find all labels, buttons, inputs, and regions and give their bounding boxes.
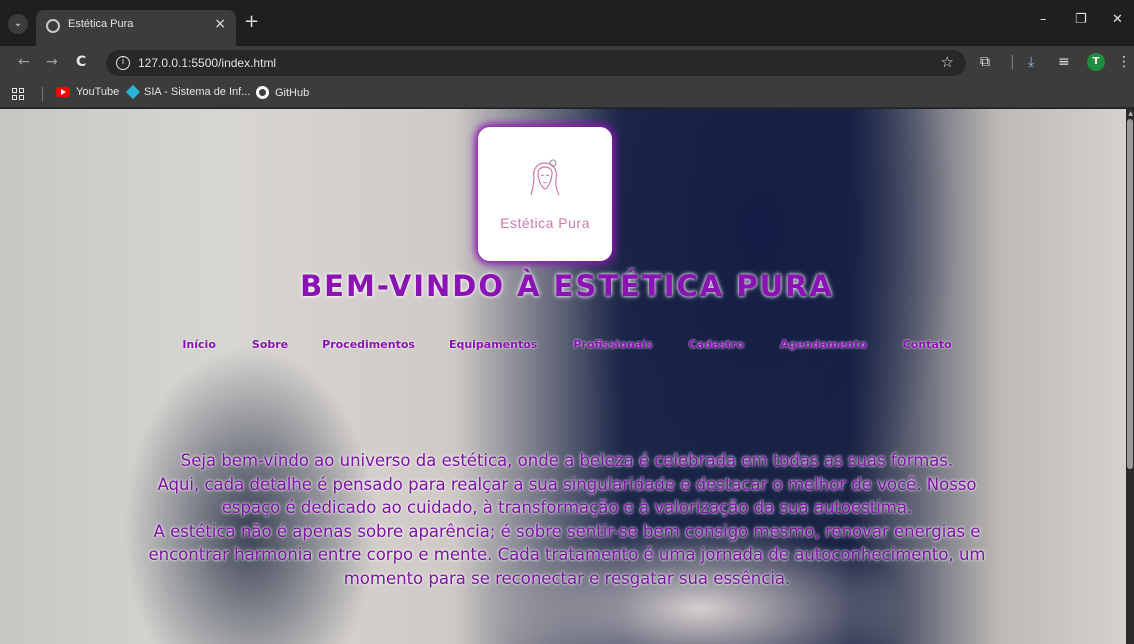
intro-line: encontrar harmonia entre corpo e mente. … <box>148 545 986 564</box>
forward-button[interactable]: → <box>46 54 58 70</box>
reload-button[interactable]: C <box>76 54 86 70</box>
page-viewport: Estética Pura BEM-VINDO À ESTÉTICA PURA … <box>0 109 1134 644</box>
nav-link-procedimentos[interactable]: Procedimentos <box>322 338 415 351</box>
nav-link-profissionais[interactable]: Profissionais <box>573 338 652 351</box>
bookmarks-bar: YouTube SIA - Sistema de Inf... GitHub <box>0 80 1134 108</box>
apps-grid-icon[interactable] <box>12 88 24 100</box>
nav-link-equipamentos[interactable]: Equipamentos <box>449 338 537 351</box>
bookmark-star-icon[interactable]: ☆ <box>941 53 954 71</box>
tab-title: Estética Pura <box>68 18 134 30</box>
nav-link-agendamento[interactable]: Agendamento <box>780 338 867 351</box>
tab-close-icon[interactable]: × <box>214 16 226 32</box>
intro-line: A estética não é apenas sobre aparência;… <box>153 521 981 541</box>
intro-line: Seja bem-vindo ao universo da estética, … <box>180 451 954 470</box>
page-scrollbar[interactable]: ▲ <box>1126 109 1134 644</box>
face-logo-icon <box>530 159 560 196</box>
intro-text: Seja bem-vindo ao universo da estética, … <box>80 449 1054 590</box>
bookmark-label: YouTube <box>76 86 120 98</box>
site-logo[interactable]: Estética Pura <box>478 127 612 261</box>
logo-text: Estética Pura <box>500 215 590 231</box>
extensions-icon[interactable]: ⧉ <box>980 54 990 70</box>
github-icon <box>256 86 269 99</box>
bookmark-github[interactable]: GitHub <box>256 86 309 99</box>
bookmark-label: GitHub <box>275 86 310 99</box>
nav-link-contato[interactable]: Contato <box>903 338 952 351</box>
nav-link-inicio[interactable]: Início <box>182 338 216 351</box>
url-text[interactable]: 127.0.0.1:5500/index.html <box>138 56 276 70</box>
nav-link-cadastro[interactable]: Cadastro <box>689 338 745 351</box>
sia-icon <box>125 84 141 100</box>
site-info-icon[interactable]: i <box>116 56 130 70</box>
youtube-icon <box>56 87 70 97</box>
reading-list-icon[interactable]: ≡ <box>1058 54 1070 70</box>
browser-toolbar: ← → C i 127.0.0.1:5500/index.html ☆ ⧉ | … <box>0 46 1134 80</box>
close-window-button[interactable]: ✕ <box>1112 12 1123 27</box>
globe-icon <box>46 19 60 33</box>
page-title: BEM-VINDO À ESTÉTICA PURA <box>300 269 834 303</box>
bookmark-youtube[interactable]: YouTube <box>56 86 119 98</box>
tab-search-chevron-icon[interactable]: ⌄ <box>8 14 28 34</box>
site-navigation: Início Sobre Procedimentos Equipamentos … <box>0 338 1134 351</box>
scroll-up-icon[interactable]: ▲ <box>1128 110 1133 117</box>
download-icon[interactable]: ⤓ <box>1028 54 1034 70</box>
bookmarks-separator <box>42 87 43 101</box>
scroll-thumb[interactable] <box>1127 119 1133 469</box>
new-tab-button[interactable]: + <box>244 13 259 31</box>
bookmark-sia[interactable]: SIA - Sistema de Inf... <box>125 84 251 100</box>
intro-line: espaço é dedicado ao cuidado, à transfor… <box>221 498 913 517</box>
bookmark-label: SIA - Sistema de Inf... <box>144 86 251 98</box>
minimize-button[interactable]: – <box>1040 12 1047 27</box>
address-bar[interactable]: i 127.0.0.1:5500/index.html ☆ <box>106 50 966 76</box>
browser-tab[interactable]: Estética Pura × <box>36 10 236 46</box>
restore-button[interactable]: ❐ <box>1075 12 1087 27</box>
toolbar-separator: | <box>1010 54 1015 70</box>
back-button[interactable]: ← <box>18 54 30 70</box>
menu-kebab-icon[interactable]: ⋮ <box>1117 54 1131 70</box>
intro-line: momento para se reconectar e resgatar su… <box>343 568 791 588</box>
profile-avatar[interactable]: T <box>1087 53 1105 71</box>
tab-strip: ⌄ Estética Pura × + – ❐ ✕ <box>0 0 1134 46</box>
intro-line: Aqui, cada detalhe é pensado para realça… <box>157 474 977 494</box>
nav-link-sobre[interactable]: Sobre <box>252 338 288 351</box>
